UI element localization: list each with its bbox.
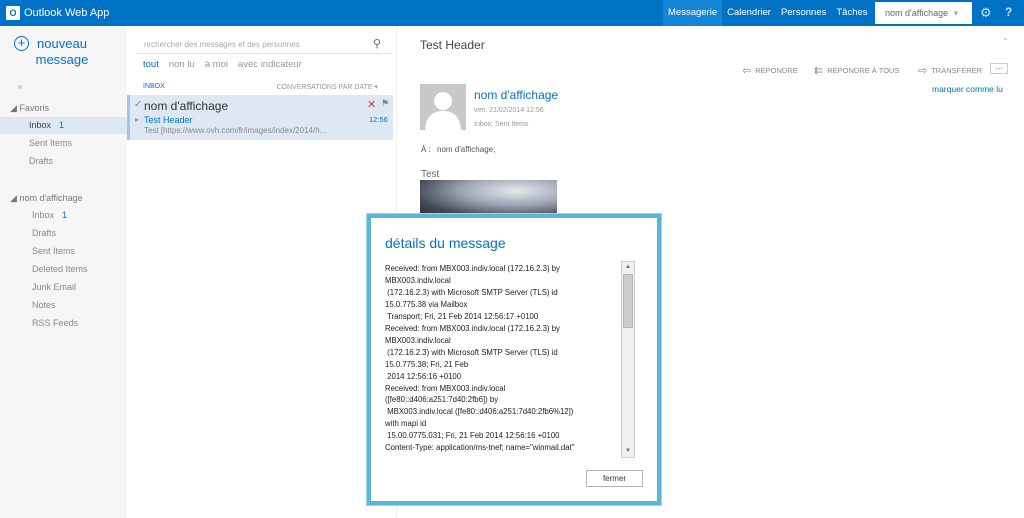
- user-menu[interactable]: nom d'affichage ▾: [875, 2, 972, 24]
- sort-dropdown[interactable]: CONVERSATIONS PAR DATE ▾: [276, 83, 378, 91]
- triangle-down-icon: ◢: [10, 193, 17, 203]
- close-button[interactable]: fermer: [586, 470, 643, 487]
- message-details-dialog: détails du message Received: from MBX003…: [367, 214, 661, 505]
- reply-icon: ⇦: [742, 65, 752, 77]
- app-title: Outlook Web App: [24, 7, 110, 19]
- triangle-down-icon: ◢: [10, 103, 17, 113]
- list-header: INBOX CONVERSATIONS PAR DATE ▾: [143, 83, 378, 91]
- scrollbar-thumb[interactable]: [623, 274, 633, 328]
- folder-notes[interactable]: Notes: [0, 297, 127, 314]
- collapse-icon[interactable]: «: [18, 82, 22, 91]
- folder-label: Inbox: [29, 120, 52, 130]
- filter-flagged[interactable]: avec indicateur: [238, 59, 302, 70]
- help-icon[interactable]: ?: [1005, 5, 1012, 19]
- filter-all[interactable]: tout: [143, 59, 159, 70]
- folder-drafts-favorite[interactable]: Drafts: [0, 153, 127, 170]
- filter-to-me[interactable]: à moi: [205, 59, 228, 70]
- expand-arrow-icon[interactable]: ▸: [135, 115, 139, 124]
- favorites-label: Favoris: [19, 103, 49, 113]
- message-headers-text[interactable]: Received: from MBX003.indiv.local (172.1…: [385, 263, 625, 453]
- reply-all-button[interactable]: ⇇ RÉPONDRE À TOUS: [814, 64, 899, 77]
- scroll-up-arrow-icon[interactable]: ▲: [622, 262, 634, 273]
- reply-button[interactable]: ⇦ RÉPONDRE: [742, 64, 798, 77]
- outlook-logo-icon: O: [6, 6, 20, 20]
- new-message-label: nouveau message: [35, 36, 89, 67]
- nav-messagerie[interactable]: Messagerie: [663, 0, 723, 26]
- reply-all-icon: ⇇: [814, 65, 824, 77]
- to-label: À :: [421, 145, 431, 154]
- sent-date: ven. 21/02/2014 12:56: [474, 107, 544, 114]
- user-name: nom d'affichage: [885, 8, 949, 18]
- list-folder-name: INBOX: [143, 83, 165, 90]
- forward-button[interactable]: ⇨ TRANSFÉRER: [918, 64, 982, 77]
- gear-icon[interactable]: ⚙: [980, 5, 992, 21]
- nav-personnes[interactable]: Personnes: [776, 0, 831, 26]
- avatar: [420, 84, 466, 130]
- message-from: nom d'affichage: [144, 99, 229, 113]
- delete-icon[interactable]: ✕: [367, 98, 376, 111]
- message-folders: Inbox; Sent Items: [474, 121, 529, 128]
- message-subject: Test Header: [144, 115, 193, 125]
- search-icon[interactable]: ⚲: [373, 37, 381, 50]
- flag-icon[interactable]: ⚑: [381, 98, 389, 109]
- more-actions-button[interactable]: ...: [990, 62, 1008, 74]
- mark-as-read-link[interactable]: marquer comme lu: [932, 84, 1003, 94]
- new-message-button[interactable]: + nouveau message: [14, 36, 92, 68]
- folder-label: Inbox: [32, 210, 55, 220]
- top-nav: Messagerie Calendrier Personnes Tâches: [663, 0, 873, 26]
- reply-all-label: RÉPONDRE À TOUS: [827, 66, 900, 75]
- favorites-header[interactable]: ◢ Favoris: [10, 103, 49, 114]
- folder-deleted-items[interactable]: Deleted Items: [0, 261, 127, 278]
- message-body-image: [420, 180, 557, 216]
- recipients-line: À : nom d'affichage;: [421, 145, 495, 154]
- filter-bar: tout non lu à moi avec indicateur: [143, 59, 312, 70]
- folder-inbox-favorite[interactable]: Inbox 1: [0, 117, 127, 134]
- folder-inbox[interactable]: Inbox 1: [0, 207, 127, 224]
- filter-unread[interactable]: non lu: [169, 59, 195, 70]
- mailbox-label: nom d'affichage: [19, 193, 83, 203]
- sender-name[interactable]: nom d'affichage: [474, 88, 558, 102]
- top-bar: O Outlook Web App Messagerie Calendrier …: [0, 0, 1024, 26]
- chevron-down-icon: ▾: [953, 8, 959, 18]
- message-title: Test Header: [420, 38, 485, 52]
- reply-label: RÉPONDRE: [755, 66, 798, 75]
- mailbox-header[interactable]: ◢ nom d'affichage: [10, 193, 83, 204]
- search-input[interactable]: rechercher des messages et des personnes: [137, 36, 392, 54]
- message-list-pane: rechercher des messages et des personnes…: [127, 26, 397, 518]
- folder-rss-feeds[interactable]: RSS Feeds: [0, 315, 127, 332]
- app-brand[interactable]: O Outlook Web App: [6, 6, 109, 20]
- nav-taches[interactable]: Tâches: [831, 0, 872, 26]
- message-body-text: Test: [421, 169, 440, 180]
- expand-up-icon[interactable]: ⌃: [1002, 37, 1009, 46]
- scroll-down-arrow-icon[interactable]: ▼: [622, 446, 634, 457]
- dialog-title: détails du message: [385, 235, 506, 251]
- folder-junk-email[interactable]: Junk Email: [0, 279, 127, 296]
- message-list-item[interactable]: ✓ nom d'affichage ▸ Test Header Test [ht…: [127, 95, 393, 140]
- scrollbar[interactable]: ▲ ▼: [621, 261, 635, 458]
- folder-pane: + nouveau message « ◢ Favoris Inbox 1 Sen…: [0, 26, 127, 518]
- message-time: 12:56: [369, 115, 388, 124]
- folder-drafts[interactable]: Drafts: [0, 225, 127, 242]
- message-preview: Test [https://www.ovh.com/fr/images/inde…: [144, 126, 327, 135]
- nav-calendrier[interactable]: Calendrier: [722, 0, 776, 26]
- checkmark-icon[interactable]: ✓: [134, 99, 142, 110]
- folder-sent-items[interactable]: Sent Items: [0, 243, 127, 260]
- forward-icon: ⇨: [918, 65, 928, 77]
- to-value[interactable]: nom d'affichage;: [437, 145, 495, 154]
- folder-sent-favorite[interactable]: Sent Items: [0, 135, 127, 152]
- person-silhouette-icon: [425, 92, 461, 130]
- forward-label: TRANSFÉRER: [931, 66, 983, 75]
- unread-count: 1: [59, 120, 65, 130]
- unread-count: 1: [62, 210, 68, 220]
- plus-icon: +: [14, 36, 29, 51]
